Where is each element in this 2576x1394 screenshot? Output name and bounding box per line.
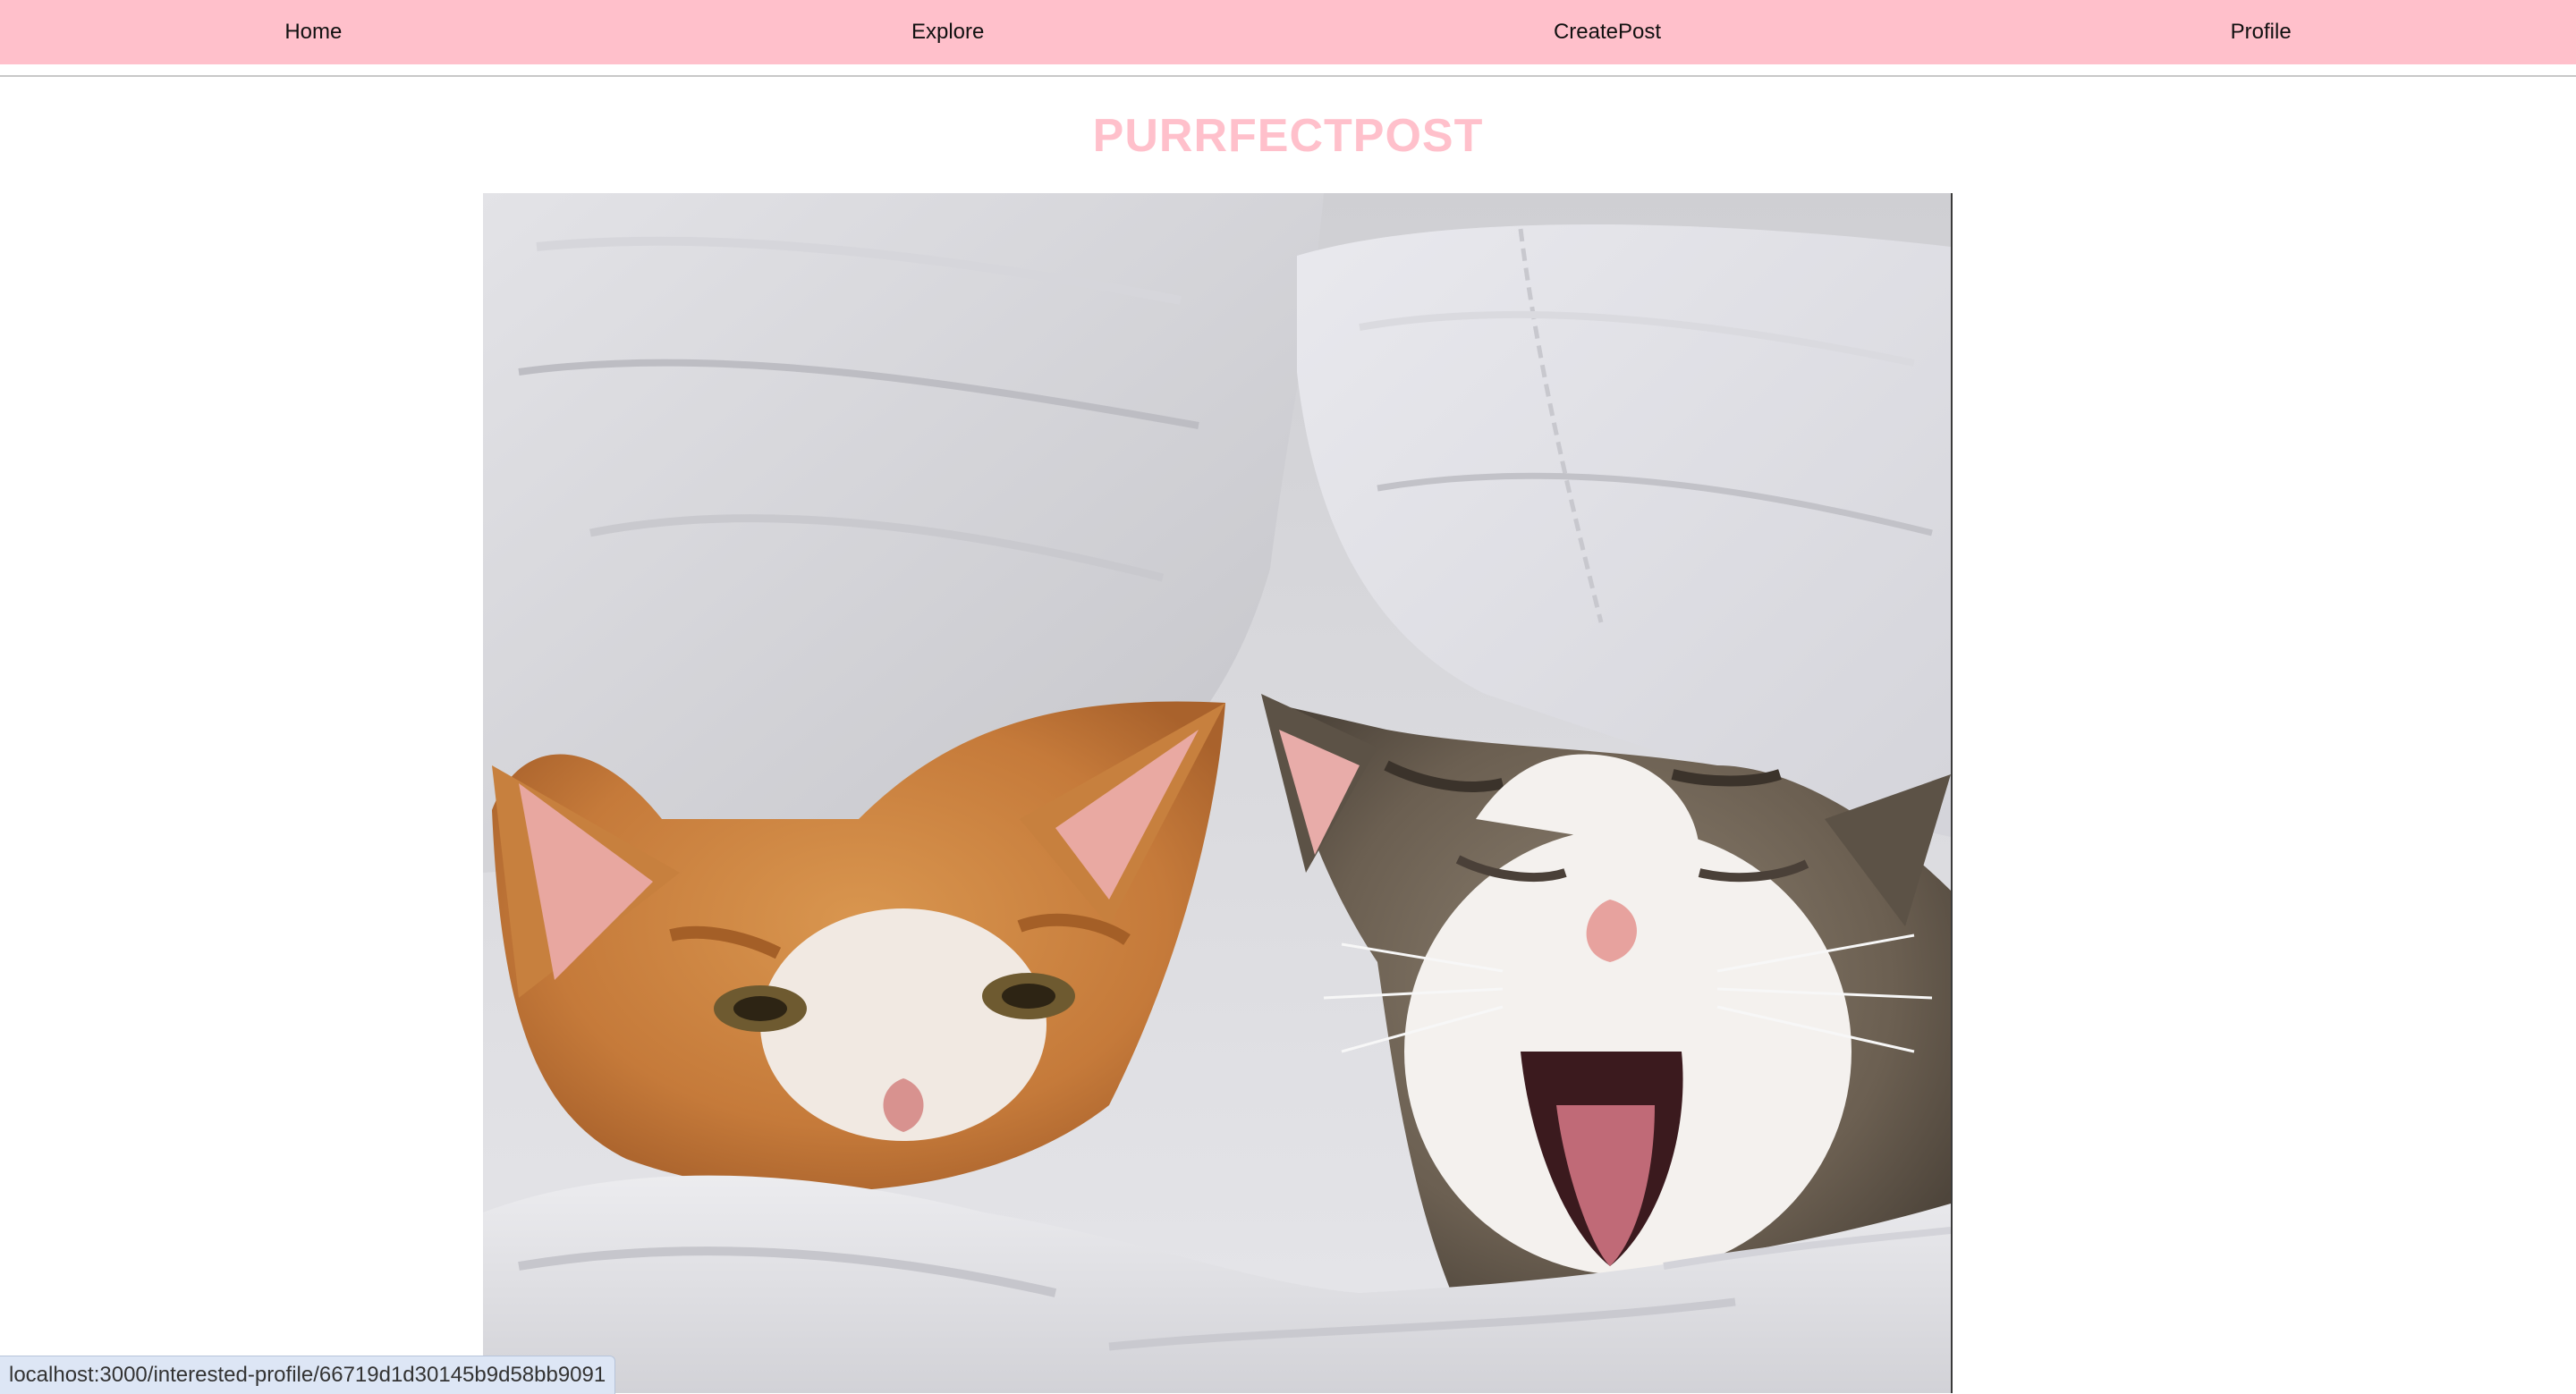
nav-createpost-link[interactable]: CreatePost [1539, 13, 1675, 52]
nav-explore-link[interactable]: Explore [897, 13, 998, 52]
nav-profile-link[interactable]: Profile [2216, 13, 2306, 52]
nav-divider [0, 75, 2576, 77]
top-navbar: Home Explore CreatePost Profile [0, 0, 2576, 64]
brand-title: PURRFECTPOST [1092, 110, 1484, 162]
status-bar-url: localhost:3000/interested-profile/66719d… [0, 1356, 616, 1394]
nav-home-link[interactable]: Home [270, 13, 356, 52]
post-image[interactable] [483, 193, 1953, 1393]
cat-photo-icon [483, 193, 1951, 1393]
